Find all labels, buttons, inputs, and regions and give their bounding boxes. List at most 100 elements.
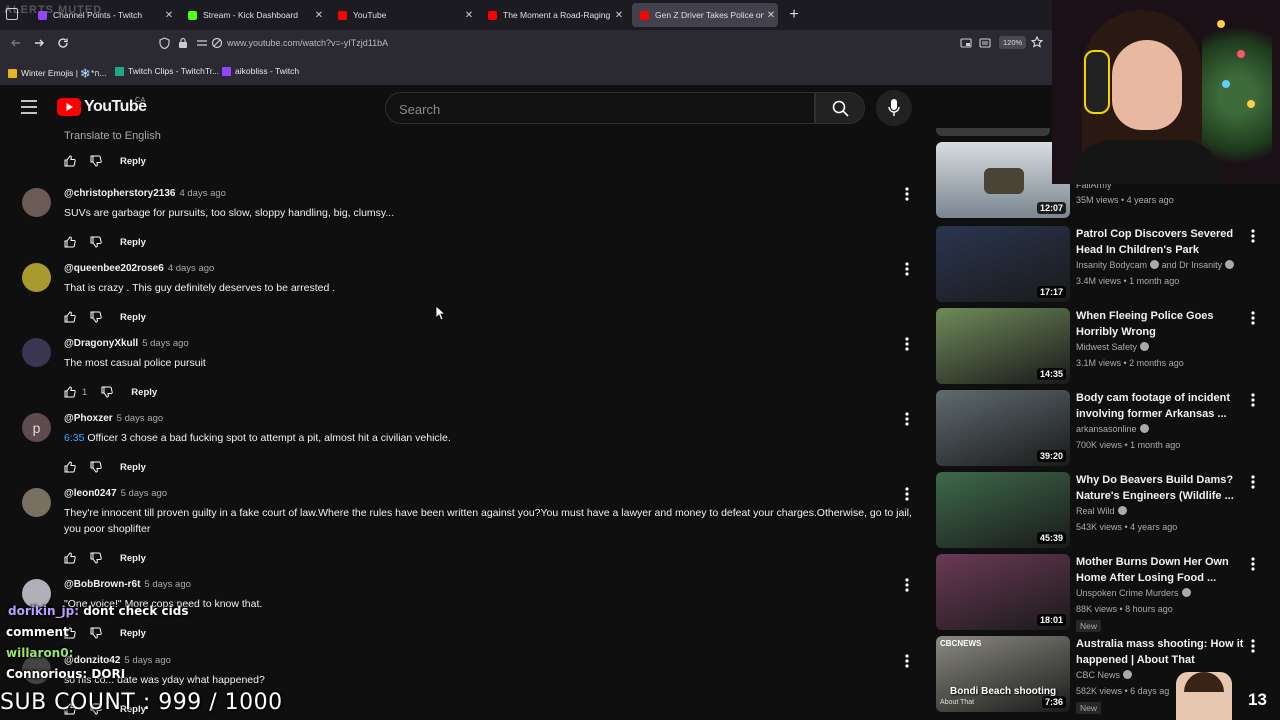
video-thumbnail[interactable]: 18:01 [936,554,1070,630]
like-icon[interactable] [64,386,76,398]
search-input[interactable]: Search [385,92,815,124]
like-icon[interactable] [64,461,76,473]
comment-time[interactable]: 5 days ago [124,655,170,666]
menu-icon[interactable] [21,100,37,114]
comment-author[interactable]: @Phoxzer [64,413,113,424]
reload-icon[interactable] [57,37,69,49]
reply-button[interactable]: Reply [120,156,146,167]
video-title[interactable]: When Fleeing Police Goes Horribly Wrong [1076,308,1246,340]
more-options-icon[interactable] [902,336,912,352]
avatar[interactable] [22,338,51,367]
browser-tab[interactable]: Gen Z Driver Takes Police on 11✕ [632,3,778,27]
video-channel[interactable]: Insanity Bodycam and Dr Insanity [1076,260,1235,270]
more-options-icon[interactable] [902,186,912,202]
avatar[interactable]: p [22,413,51,442]
timestamp-link[interactable]: 6:35 [64,432,84,444]
dislike-icon[interactable] [90,461,102,473]
related-video[interactable]: 45:39 Why Do Beavers Build Dams? Nature's… [936,472,1271,548]
address-bar[interactable]: www.youtube.com/watch?v=-yITzjd11bA 120% [150,33,1050,53]
dislike-icon[interactable] [90,236,102,248]
search-button[interactable] [815,92,865,124]
video-channel[interactable]: CBC News [1076,670,1133,680]
more-options-icon[interactable] [902,577,912,593]
avatar[interactable] [22,263,51,292]
lock-icon[interactable] [178,37,188,49]
more-options-icon[interactable] [902,486,912,502]
comment-time[interactable]: 4 days ago [179,188,225,199]
browser-tab[interactable]: Channel Points - Twitch ✕ [30,3,176,27]
comment-time[interactable]: 5 days ago [144,579,190,590]
more-options-icon[interactable] [902,411,912,427]
close-tab-icon[interactable]: ✕ [162,10,176,21]
browser-tab[interactable]: YouTube ✕ [330,3,476,27]
reply-button[interactable]: Reply [120,462,146,473]
video-title[interactable]: Mother Burns Down Her Own Home After Los… [1076,554,1246,586]
video-title[interactable]: Australia mass shooting: How it happened… [1076,636,1246,668]
bookmark-twitch-clips[interactable]: Twitch Clips - TwitchTr... [115,66,219,76]
zoom-level[interactable]: 120% [999,36,1027,49]
comment-author[interactable]: @BobBrown-r6t [64,579,140,590]
video-thumbnail[interactable]: 39:20 [936,390,1070,466]
comment-time[interactable]: 5 days ago [121,488,167,499]
url-text[interactable]: www.youtube.com/watch?v=-yITzjd11bA [227,38,388,48]
reply-button[interactable]: Reply [120,237,146,248]
video-channel[interactable]: Midwest Safety [1076,342,1150,352]
reply-button[interactable]: Reply [120,312,146,323]
more-options-icon[interactable] [902,653,912,669]
more-options-icon[interactable] [1248,638,1258,654]
more-options-icon[interactable] [1248,310,1258,326]
avatar[interactable] [22,488,51,517]
more-options-icon[interactable] [1248,474,1258,490]
picture-in-picture-icon[interactable] [960,37,972,49]
new-tab-button[interactable]: + [786,5,802,25]
video-title[interactable]: Patrol Cop Discovers Severed Head In Chi… [1076,226,1246,258]
more-options-icon[interactable] [1248,228,1258,244]
permissions-icon[interactable] [196,38,208,48]
dislike-icon[interactable] [90,552,102,564]
like-icon[interactable] [64,552,76,564]
dislike-icon[interactable] [90,155,102,167]
bookmark-aikobliss-twitch[interactable]: aikobliss - Twitch [222,66,299,76]
video-title[interactable]: Why Do Beavers Build Dams? Nature's Engi… [1076,472,1246,504]
comment-author[interactable]: @DragonyXkull [64,338,138,349]
video-channel[interactable]: arkansasonline [1076,424,1149,434]
comment-time[interactable]: 5 days ago [142,338,188,349]
close-tab-icon[interactable]: ✕ [462,10,476,21]
avatar[interactable] [22,188,51,217]
related-video[interactable]: 17:17 Patrol Cop Discovers Severed Head I… [936,226,1271,302]
comment-time[interactable]: 5 days ago [117,413,163,424]
shield-icon[interactable] [159,37,170,49]
comment-author[interactable]: @leon0247 [64,488,117,499]
reader-view-icon[interactable] [979,37,991,49]
close-tab-icon[interactable]: ✕ [312,10,326,21]
video-channel[interactable]: Real Wild [1076,506,1127,516]
like-icon[interactable] [64,236,76,248]
reply-button[interactable]: Reply [120,553,146,564]
comment-author[interactable]: @queenbee202rose6 [64,263,164,274]
video-thumbnail[interactable]: 17:17 [936,226,1070,302]
close-tab-icon[interactable]: ✕ [612,10,626,21]
autoplay-blocked-icon[interactable] [211,37,223,49]
browser-tab[interactable]: The Moment a Road-Raging W ✕ [480,3,626,27]
forward-icon[interactable] [33,37,45,49]
like-icon[interactable] [64,155,76,167]
more-options-icon[interactable] [1248,556,1258,572]
browser-tab[interactable]: Stream - Kick Dashboard ✕ [180,3,326,27]
video-thumbnail[interactable]: 12:07 [936,142,1070,218]
comment-time[interactable]: 4 days ago [168,263,214,274]
dislike-icon[interactable] [90,311,102,323]
translate-link[interactable]: Translate to English [64,130,161,142]
reply-button[interactable]: Reply [131,387,157,398]
youtube-logo[interactable]: YouTube [57,98,147,116]
voice-search-button[interactable] [876,90,912,126]
more-options-icon[interactable] [1248,392,1258,408]
related-video[interactable]: 14:35 When Fleeing Police Goes Horribly W… [936,308,1271,384]
related-video[interactable]: 18:01 Mother Burns Down Her Own Home Afte… [936,554,1271,632]
dislike-icon[interactable] [90,627,102,639]
more-options-icon[interactable] [902,261,912,277]
bookmark-star-icon[interactable] [1031,36,1043,48]
video-thumbnail[interactable]: CBCNEWS Bondi Beach shooting About That 7:3… [936,636,1070,712]
related-video[interactable]: 39:20 Body cam footage of incident involv… [936,390,1271,466]
video-thumbnail[interactable]: 45:39 [936,472,1070,548]
video-channel[interactable]: Unspoken Crime Murders [1076,588,1191,598]
